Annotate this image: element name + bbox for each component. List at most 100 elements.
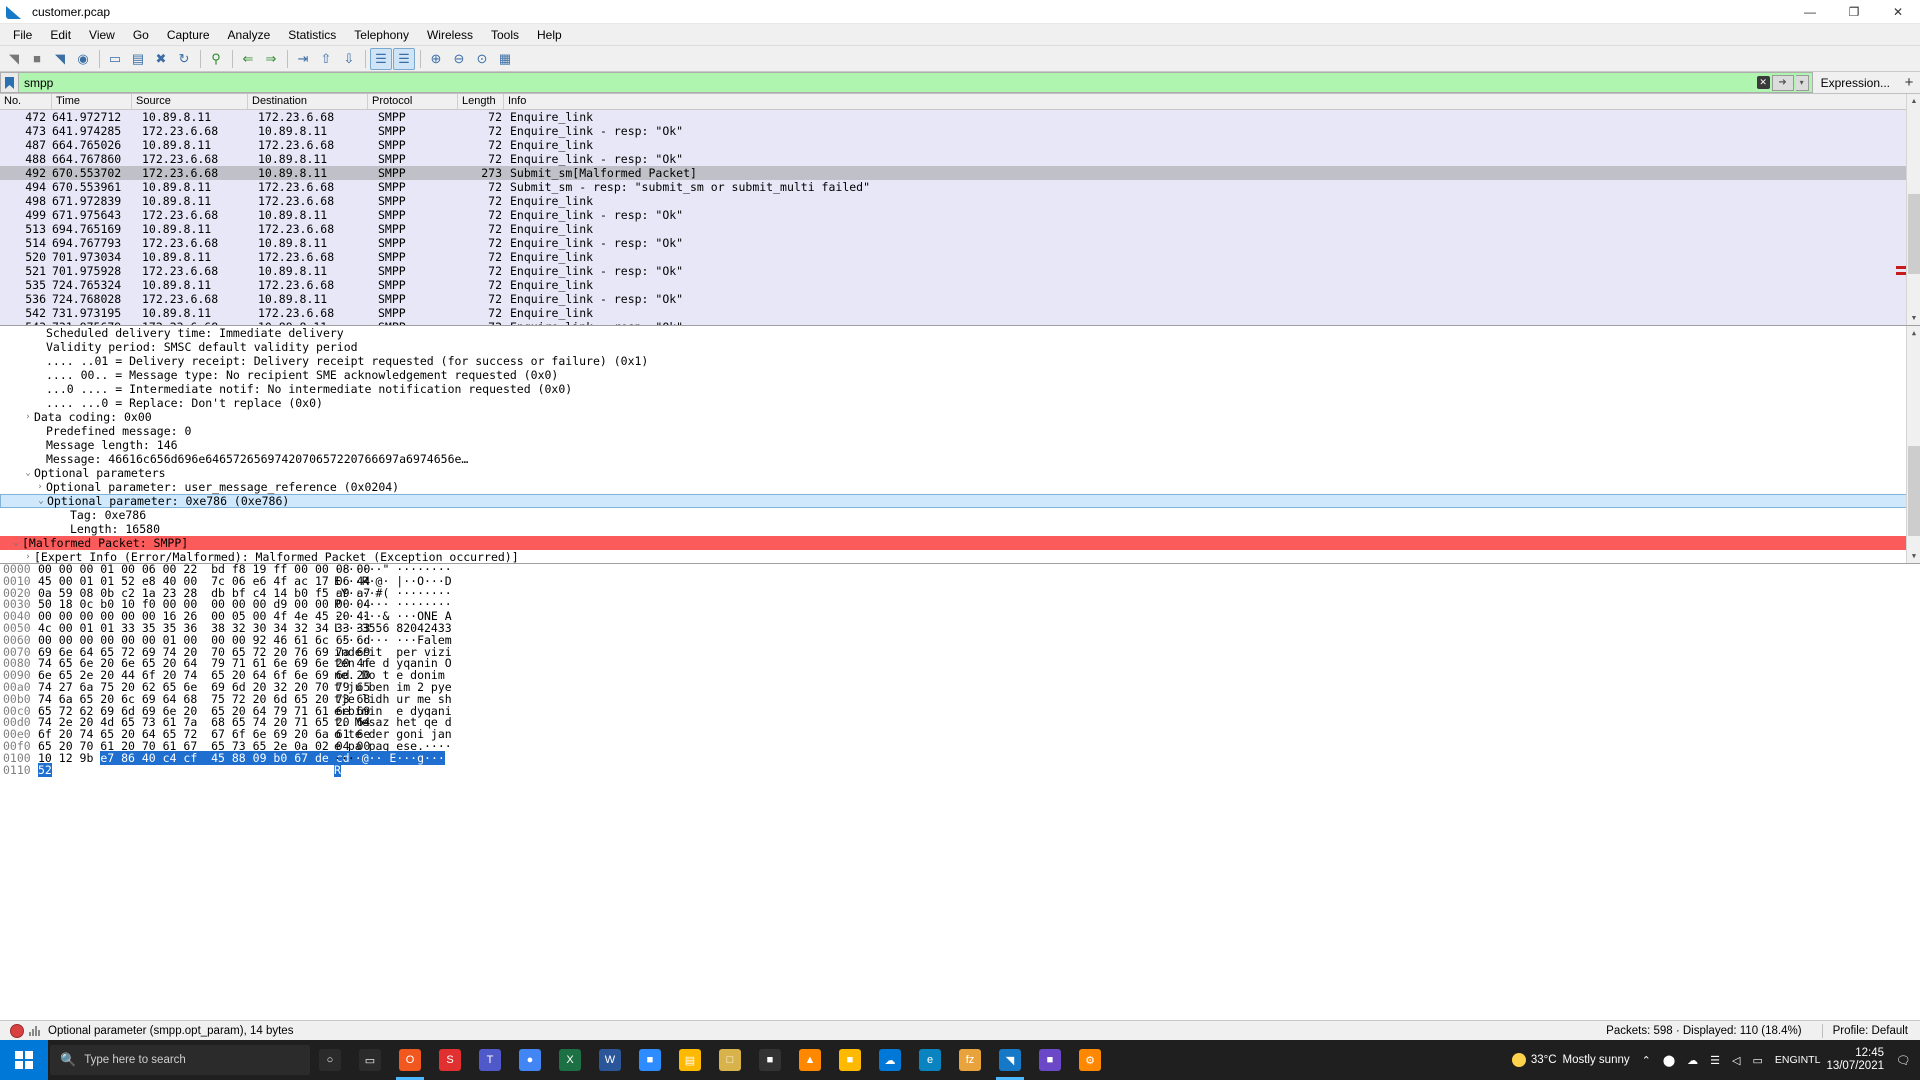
close-file-icon[interactable]: ✖ <box>150 48 172 70</box>
file-explorer-icon[interactable]: ▤ <box>670 1040 710 1080</box>
chevron-down-icon[interactable]: ⌄ <box>35 494 47 508</box>
menu-capture[interactable]: Capture <box>158 25 219 45</box>
close-button[interactable]: ✕ <box>1876 0 1920 24</box>
display-filter-input[interactable] <box>19 73 1757 92</box>
auto-scroll-icon[interactable]: ☰ <box>370 47 392 70</box>
chevron-right-icon[interactable]: › <box>34 480 46 494</box>
minimize-button[interactable]: — <box>1788 0 1832 24</box>
menu-file[interactable]: File <box>4 25 41 45</box>
colorize-packets-icon[interactable]: ☰ <box>393 47 415 70</box>
packet-row[interactable]: 521 701.975928 172.23.6.68 10.89.8.11 SMPP 72… <box>0 264 1920 278</box>
scrollbar-thumb[interactable] <box>1908 194 1920 274</box>
folder-icon[interactable]: ■ <box>830 1040 870 1080</box>
microphone-icon[interactable]: ⬤ <box>1657 1054 1681 1067</box>
clock[interactable]: 12:45 13/07/2021 <box>1826 1047 1892 1073</box>
menu-view[interactable]: View <box>80 25 124 45</box>
packet-row[interactable]: 535 724.765324 10.89.8.11 172.23.6.68 SMPP 72… <box>0 278 1920 292</box>
detail-tree-row[interactable]: Tag: 0xe786 <box>0 508 1920 522</box>
packet-row[interactable]: 494 670.553961 10.89.8.11 172.23.6.68 SMPP 72… <box>0 180 1920 194</box>
detail-tree-row[interactable]: › Data coding: 0x00 <box>0 410 1920 424</box>
chevron-right-icon[interactable]: › <box>22 550 34 563</box>
chevron-down-icon[interactable]: ⌄ <box>10 536 22 550</box>
windows-start-icon[interactable] <box>0 1040 48 1080</box>
menu-telephony[interactable]: Telephony <box>345 25 418 45</box>
media-icon[interactable]: ■ <box>1030 1040 1070 1080</box>
go-forward-icon[interactable]: ⇒ <box>260 48 282 70</box>
reload-file-icon[interactable]: ↻ <box>173 48 195 70</box>
packet-row[interactable]: 488 664.767860 172.23.6.68 10.89.8.11 SMPP 72… <box>0 152 1920 166</box>
packet-row[interactable]: 542 731.973195 10.89.8.11 172.23.6.68 SMPP 72… <box>0 306 1920 320</box>
packet-row[interactable]: 492 670.553702 172.23.6.68 10.89.8.11 SMPP 27… <box>0 166 1920 180</box>
go-first-packet-icon[interactable]: ⇧ <box>315 48 337 70</box>
resize-columns-icon[interactable]: ▦ <box>494 48 516 70</box>
chevron-right-icon[interactable]: › <box>22 410 34 424</box>
detail-tree-row[interactable]: Message: 46616c656d696e64657265697420706… <box>0 452 1920 466</box>
filter-input-wrap[interactable]: ✕ ➜ ▾ <box>18 72 1813 93</box>
clear-filter-icon[interactable]: ✕ <box>1756 76 1770 89</box>
go-back-icon[interactable]: ⇐ <box>237 48 259 70</box>
wireshark-icon[interactable]: ◥ <box>990 1040 1030 1080</box>
word-icon[interactable]: W <box>590 1040 630 1080</box>
menu-edit[interactable]: Edit <box>41 25 80 45</box>
network-icon[interactable]: ☰ <box>1704 1054 1726 1067</box>
terminal-icon[interactable]: ■ <box>750 1040 790 1080</box>
details-scroll-up-icon[interactable]: ▲ <box>1907 326 1920 340</box>
packet-details-scrollbar[interactable]: ▲ ▼ <box>1906 326 1920 563</box>
onedrive-icon[interactable]: ☁ <box>870 1040 910 1080</box>
skype-business-icon[interactable]: S <box>430 1040 470 1080</box>
menu-statistics[interactable]: Statistics <box>279 25 345 45</box>
onedrive-tray-icon[interactable]: ☁ <box>1681 1054 1704 1067</box>
packet-row[interactable]: 473 641.974285 172.23.6.68 10.89.8.11 SMPP 72… <box>0 124 1920 138</box>
open-file-icon[interactable]: ▭ <box>104 48 126 70</box>
language-indicator[interactable]: ENG INTL <box>1769 1054 1827 1066</box>
menu-go[interactable]: Go <box>124 25 158 45</box>
column-header-info[interactable]: Info <box>504 94 1920 109</box>
filter-history-dropdown-icon[interactable]: ▾ <box>1795 74 1809 91</box>
edge-icon[interactable]: e <box>910 1040 950 1080</box>
detail-tree-row[interactable]: › Optional parameter: user_message_refere… <box>0 480 1920 494</box>
capture-options-icon[interactable]: ◉ <box>72 48 94 70</box>
detail-tree-row[interactable]: Validity period: SMSC default validity p… <box>0 340 1920 354</box>
zoom-icon[interactable]: ■ <box>630 1040 670 1080</box>
packet-row[interactable]: 520 701.973034 10.89.8.11 172.23.6.68 SMPP 72… <box>0 250 1920 264</box>
menu-tools[interactable]: Tools <box>482 25 528 45</box>
start-capture-icon[interactable]: ◥ <box>3 48 25 70</box>
detail-tree-row[interactable]: ⌄ Optional parameters <box>0 466 1920 480</box>
column-header-source[interactable]: Source <box>132 94 248 109</box>
column-header-time[interactable]: Time <box>52 94 132 109</box>
hex-row[interactable]: 0110 52 R <box>0 762 1920 777</box>
find-packet-icon[interactable]: ⚲ <box>205 48 227 70</box>
packet-row[interactable]: 487 664.765026 10.89.8.11 172.23.6.68 SMPP 72… <box>0 138 1920 152</box>
column-header-protocol[interactable]: Protocol <box>368 94 458 109</box>
packet-row[interactable]: 543731.975679172.23.6.6810.89.8.11SMPP72… <box>0 320 1920 325</box>
maximize-button[interactable]: ❐ <box>1832 0 1876 24</box>
apply-filter-icon[interactable]: ➜ <box>1771 74 1794 91</box>
column-header-destination[interactable]: Destination <box>248 94 368 109</box>
cortana-icon[interactable]: ○ <box>310 1040 350 1080</box>
zoom-out-icon[interactable]: ⊖ <box>448 48 470 70</box>
column-header-no[interactable]: No. <box>0 94 52 109</box>
status-profile[interactable]: Profile: Default <box>1833 1025 1920 1037</box>
packet-row[interactable]: 536 724.768028 172.23.6.68 10.89.8.11 SMPP 72… <box>0 292 1920 306</box>
packet-list-scrollbar[interactable]: ▲ ▼ <box>1906 94 1920 325</box>
chevron-down-icon[interactable]: ⌄ <box>22 466 34 480</box>
battery-icon[interactable]: ▭ <box>1747 1054 1769 1067</box>
vlc-icon[interactable]: ▲ <box>790 1040 830 1080</box>
add-filter-button-button[interactable]: + <box>1898 72 1920 93</box>
expert-error-icon[interactable] <box>10 1023 24 1038</box>
detail-tree-row[interactable]: ⌄ Optional parameter: 0xe786 (0xe786) <box>0 494 1920 508</box>
stop-capture-icon[interactable]: ■ <box>26 48 48 70</box>
packet-row[interactable]: 472 641.972712 10.89.8.11 172.23.6.68 SMPP 72… <box>0 110 1920 124</box>
detail-tree-row[interactable]: Message length: 146 <box>0 438 1920 452</box>
restart-capture-icon[interactable]: ◥ <box>49 48 71 70</box>
column-header-length[interactable]: Length <box>458 94 504 109</box>
notification-icon[interactable]: 🗨 <box>1892 1053 1914 1067</box>
detail-tree-row[interactable]: › [Expert Info (Error/Malformed): Malform… <box>0 550 1920 563</box>
filter-expression-button[interactable]: Expression... <box>1812 72 1898 93</box>
chrome-icon[interactable]: ● <box>510 1040 550 1080</box>
taskbar-search-box[interactable]: 🔍 Type here to search <box>50 1045 310 1075</box>
detail-tree-row[interactable]: Predefined message: 0 <box>0 424 1920 438</box>
show-hidden-icons[interactable]: ⌃ <box>1636 1054 1657 1067</box>
settings-icon[interactable]: ⚙ <box>1070 1040 1110 1080</box>
task-view-icon[interactable]: ▭ <box>350 1040 390 1080</box>
